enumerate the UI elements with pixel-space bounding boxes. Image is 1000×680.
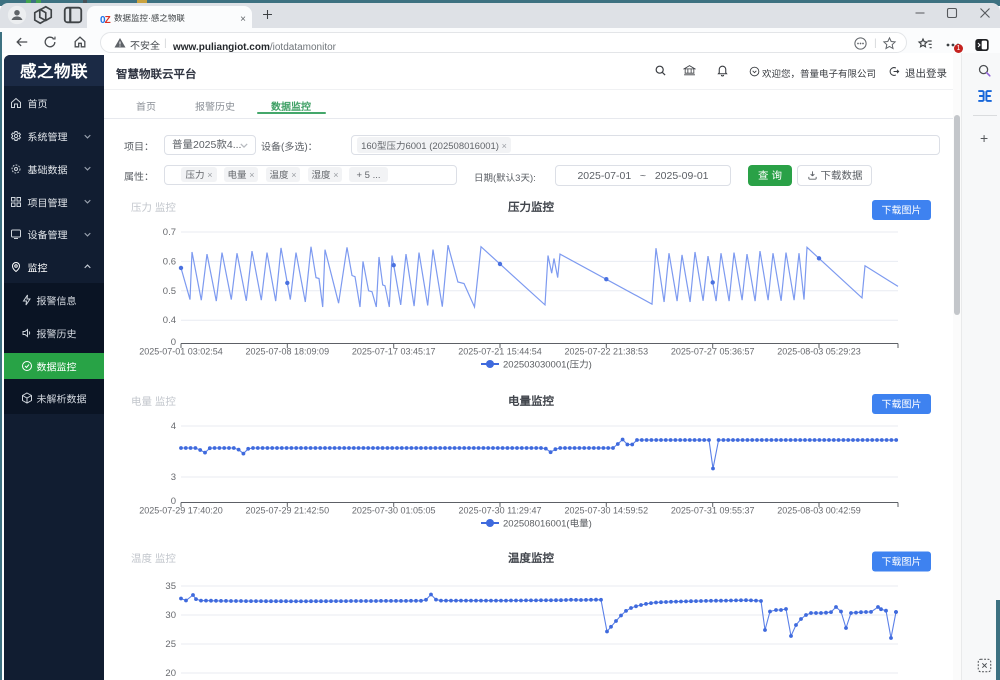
svg-text:0.6: 0.6 (163, 253, 176, 267)
svg-text:2025-07-31 09:55:37: 2025-07-31 09:55:37 (671, 504, 755, 517)
svg-text:202503030001(压力): 202503030001(压力) (503, 357, 592, 371)
svg-text:30: 30 (165, 607, 176, 621)
svg-text:35: 35 (165, 578, 176, 592)
svg-text:电量监控: 电量监控 (508, 393, 554, 409)
svg-text:0.4: 0.4 (163, 312, 176, 326)
svg-text:下载图片: 下载图片 (882, 553, 922, 568)
svg-text:3: 3 (171, 469, 176, 483)
svg-text:2025-07-17 03:45:17: 2025-07-17 03:45:17 (352, 345, 436, 358)
svg-text:2025-08-03 00:42:59: 2025-08-03 00:42:59 (777, 504, 861, 517)
svg-text:温度 监控: 温度 监控 (131, 551, 176, 566)
svg-text:4: 4 (171, 418, 176, 432)
svg-text:电量 监控: 电量 监控 (131, 394, 176, 409)
svg-text:202508016001(电量): 202508016001(电量) (503, 516, 592, 530)
svg-text:下载图片: 下载图片 (882, 396, 922, 411)
svg-text:压力监控: 压力监控 (508, 199, 554, 215)
svg-text:2025-07-27 05:36:57: 2025-07-27 05:36:57 (671, 345, 755, 358)
svg-text:下载图片: 下载图片 (882, 202, 922, 217)
svg-text:2025-08-03 05:29:23: 2025-08-03 05:29:23 (777, 345, 861, 358)
svg-text:20: 20 (165, 665, 176, 679)
svg-text:2025-07-01 03:02:54: 2025-07-01 03:02:54 (139, 345, 223, 358)
svg-text:压力 监控: 压力 监控 (131, 200, 176, 215)
svg-text:2025-07-29 21:42:50: 2025-07-29 21:42:50 (246, 504, 330, 517)
svg-text:2025-07-08 18:09:09: 2025-07-08 18:09:09 (246, 345, 330, 358)
svg-text:2025-07-30 01:05:05: 2025-07-30 01:05:05 (352, 504, 436, 517)
svg-text:2025-07-29 17:40:20: 2025-07-29 17:40:20 (139, 504, 223, 517)
svg-text:0.5: 0.5 (163, 283, 176, 297)
svg-text:温度监控: 温度监控 (508, 550, 554, 566)
svg-text:25: 25 (165, 636, 176, 650)
svg-text:0.7: 0.7 (163, 224, 176, 238)
